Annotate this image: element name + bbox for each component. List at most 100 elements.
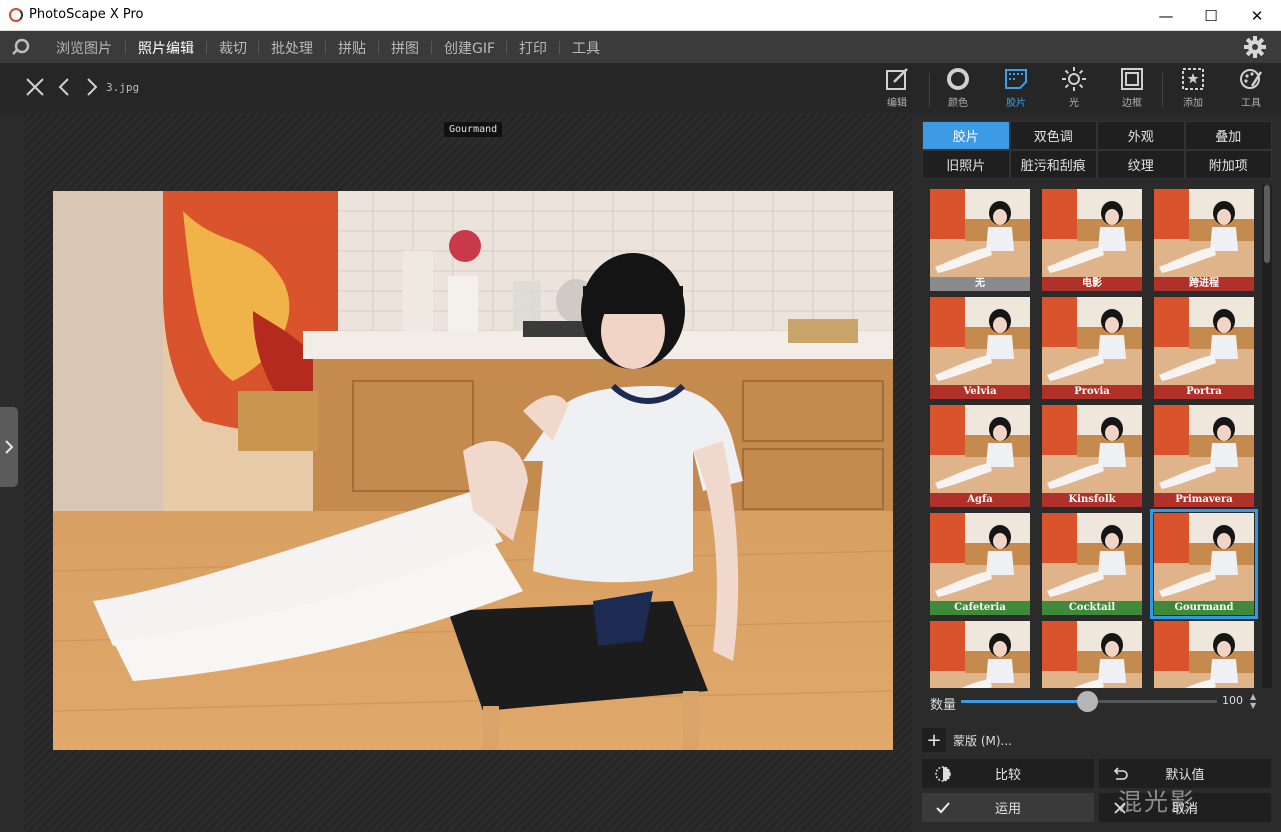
menu-print[interactable]: 打印	[519, 38, 547, 58]
edited-photo[interactable]	[53, 191, 893, 750]
tool-film[interactable]: 胶片	[990, 66, 1042, 112]
previous-image-icon[interactable]	[54, 76, 76, 98]
filter-preview-image	[1154, 621, 1254, 688]
watermark-text: 混光影	[1118, 788, 1196, 816]
compare-label: 比较	[994, 768, 1021, 783]
tab-film[interactable]: 胶片	[922, 121, 1010, 150]
filter-thumbnail[interactable]: 跨进程	[1154, 189, 1254, 291]
mask-label[interactable]: 蒙版 (M)...	[953, 732, 1012, 749]
filter-preview-image	[1042, 297, 1142, 385]
apply-label: 运用	[994, 802, 1021, 817]
filter-thumbnail[interactable]	[1154, 621, 1254, 688]
default-label: 默认值	[1165, 768, 1205, 783]
title-bar: PhotoScape X Pro — ☐ ✕	[0, 0, 1281, 31]
amount-spinner-icon[interactable]: ▲ ▼	[1250, 692, 1256, 710]
filter-preview-image	[1154, 513, 1254, 601]
filter-name: 跨进程	[1154, 277, 1254, 291]
filter-name: Provia	[1042, 385, 1142, 399]
filter-thumbnail[interactable]: Primavera	[1154, 405, 1254, 507]
filter-thumbnail[interactable]: Velvia	[930, 297, 1030, 399]
filter-thumbnail[interactable]	[1042, 621, 1142, 688]
close-image-icon[interactable]	[24, 76, 46, 98]
tool-light-label: 光	[1069, 98, 1079, 109]
filter-name: Primavera	[1154, 493, 1254, 507]
tool-edit[interactable]: 编辑	[871, 66, 923, 112]
tab-old-photo[interactable]: 旧照片	[922, 150, 1010, 179]
settings-gear-icon[interactable]	[1244, 36, 1266, 58]
tool-tools[interactable]: 工具	[1225, 66, 1277, 112]
amount-value[interactable]: 100	[1222, 694, 1243, 707]
filter-thumbnail[interactable]: Agfa	[930, 405, 1030, 507]
tools-icon	[1240, 69, 1263, 89]
tab-duotone[interactable]: 双色调	[1009, 121, 1097, 150]
filter-thumbnail[interactable]: Portra	[1154, 297, 1254, 399]
tool-add[interactable]: 添加	[1167, 66, 1219, 112]
tab-overlay[interactable]: 叠加	[1184, 121, 1272, 150]
close-window-button[interactable]: ✕	[1234, 0, 1280, 31]
tab-look[interactable]: 外观	[1097, 121, 1185, 150]
filter-thumbnail-grid: 无电影 跨进程 Velvia Provia Portra Agfa Kinsfolk Prim…	[926, 185, 1258, 688]
scrollbar-thumb[interactable]	[1264, 185, 1270, 263]
frame-icon	[1121, 68, 1143, 90]
minimize-button[interactable]: —	[1143, 0, 1189, 31]
menu-browse[interactable]: 浏览图片	[56, 38, 112, 58]
filter-name: 电影	[1042, 277, 1142, 291]
tool-edit-label: 编辑	[887, 98, 907, 109]
editor-toolbar: 3.jpg 编辑 颜色 胶片 光 边框 添加 工具	[0, 63, 1281, 113]
filter-thumbnail[interactable]: Cafeteria	[930, 513, 1030, 615]
tool-light[interactable]: 光	[1048, 66, 1100, 112]
compare-icon	[935, 766, 951, 782]
filter-thumbnail[interactable]: Gourmand	[1150, 509, 1258, 619]
menu-divider	[206, 41, 207, 54]
toolbar-divider	[929, 73, 930, 107]
filter-list-scrollbar[interactable]	[1262, 185, 1272, 688]
apply-button[interactable]: 运用	[922, 793, 1094, 822]
next-image-icon[interactable]	[80, 76, 102, 98]
menu-crop[interactable]: 裁切	[219, 38, 247, 58]
tool-film-label: 胶片	[1006, 98, 1026, 109]
filter-name: Cafeteria	[930, 601, 1030, 615]
tool-color[interactable]: 颜色	[932, 66, 984, 112]
filter-thumbnail[interactable]: Cocktail	[1042, 513, 1142, 615]
filter-preview-image	[930, 621, 1030, 688]
app-logo-icon	[9, 8, 23, 22]
edit-icon	[886, 68, 908, 90]
filter-preview-image	[1042, 189, 1142, 277]
filter-thumbnail[interactable]: Provia	[1042, 297, 1142, 399]
menu-divider	[325, 41, 326, 54]
amount-slider-handle[interactable]	[1077, 691, 1098, 712]
menu-photo-edit[interactable]: 照片编辑	[138, 38, 194, 58]
tab-extras[interactable]: 附加项	[1184, 150, 1272, 179]
photo-illustration	[53, 191, 893, 750]
filter-thumbnail[interactable]	[930, 621, 1030, 688]
expand-sidebar-handle[interactable]	[0, 407, 18, 487]
tool-color-label: 颜色	[948, 98, 968, 109]
light-icon	[1062, 67, 1086, 91]
photoscape-logo-icon[interactable]	[11, 38, 31, 56]
filter-name: Kinsfolk	[1042, 493, 1142, 507]
compare-button[interactable]: 比较	[922, 759, 1094, 788]
filter-thumbnail[interactable]: Kinsfolk	[1042, 405, 1142, 507]
maximize-button[interactable]: ☐	[1188, 0, 1234, 31]
tool-tools-label: 工具	[1241, 98, 1261, 109]
tab-texture[interactable]: 纹理	[1097, 150, 1185, 179]
menu-divider	[258, 41, 259, 54]
menu-combine[interactable]: 拼图	[391, 38, 419, 58]
check-icon	[936, 802, 950, 814]
add-mask-button[interactable]: +	[922, 728, 946, 752]
filter-preview-image	[930, 513, 1030, 601]
tab-dirt-scratches[interactable]: 脏污和刮痕	[1009, 150, 1097, 179]
film-category-tabs: 胶片 双色调 外观 叠加 旧照片 脏污和刮痕 纹理 附加项	[922, 121, 1272, 179]
menu-tools[interactable]: 工具	[572, 38, 600, 58]
filter-thumbnail[interactable]: 无	[930, 189, 1030, 291]
film-icon	[1005, 69, 1027, 89]
tool-frame[interactable]: 边框	[1106, 66, 1158, 112]
menu-batch[interactable]: 批处理	[271, 38, 313, 58]
filter-name: Gourmand	[1154, 601, 1254, 615]
menu-create-gif[interactable]: 创建GIF	[444, 38, 495, 58]
filter-thumbnail[interactable]: 电影	[1042, 189, 1142, 291]
menu-collage[interactable]: 拼贴	[338, 38, 366, 58]
toolbar-divider	[1162, 73, 1163, 107]
filter-preview-image	[1154, 405, 1254, 493]
undo-icon	[1113, 767, 1128, 780]
